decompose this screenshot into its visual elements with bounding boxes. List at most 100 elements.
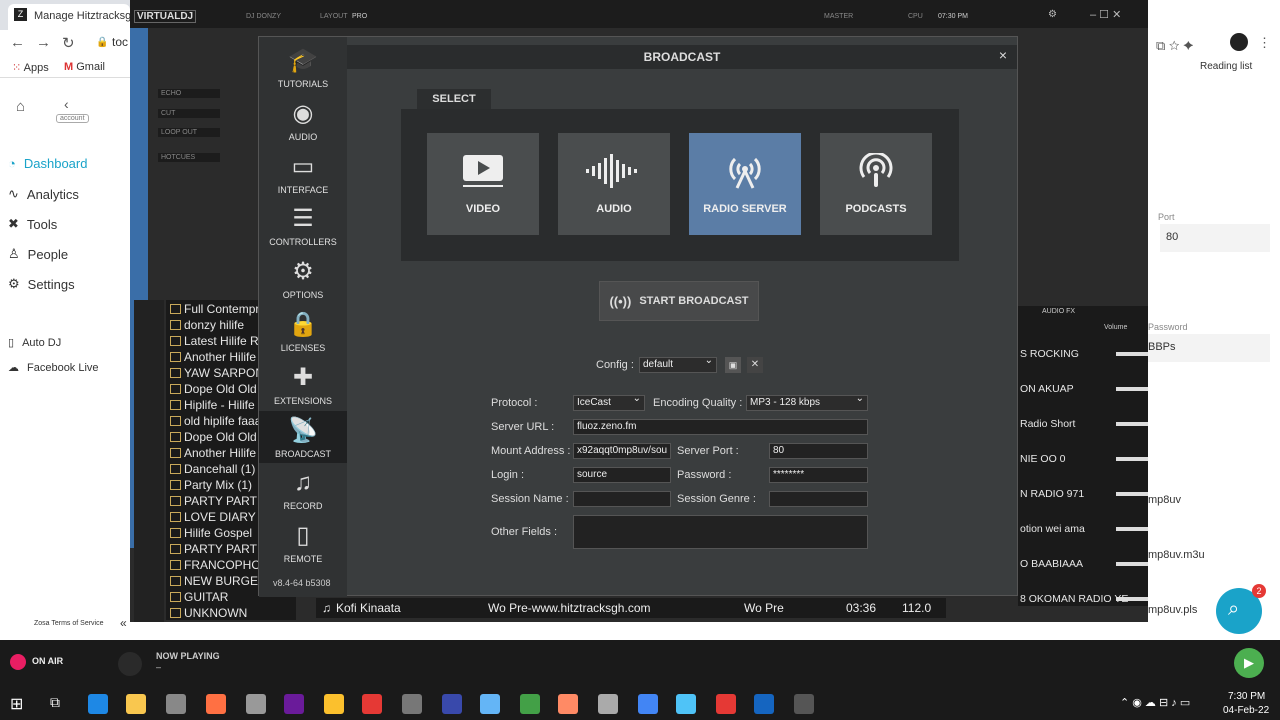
- track-item[interactable]: Radio Short: [1020, 418, 1075, 430]
- bookmark-apps[interactable]: ⁙ Apps: [12, 61, 49, 74]
- app-icon[interactable]: [598, 694, 618, 714]
- folder-item[interactable]: Dope Old Old H: [170, 430, 269, 444]
- card-radio-server[interactable]: RADIO SERVER: [689, 133, 801, 235]
- task-view-icon[interactable]: ⧉: [50, 694, 60, 711]
- folder-item[interactable]: Dope Old Old H: [170, 382, 269, 396]
- media-icon[interactable]: [284, 694, 304, 714]
- settings-nav-controllers[interactable]: ☰ CONTROLLERS: [259, 199, 347, 251]
- effect-slot[interactable]: CUT: [158, 109, 220, 118]
- link-item[interactable]: mp8uv: [1148, 494, 1181, 506]
- home-icon[interactable]: ⌂: [16, 98, 25, 115]
- effect-slot[interactable]: ECHO: [158, 89, 220, 98]
- app-icon[interactable]: [442, 694, 462, 714]
- collapse-icon[interactable]: «: [120, 616, 127, 630]
- folder-item[interactable]: YAW SARPON: [170, 366, 264, 380]
- folder-item[interactable]: Hilife Gospel: [170, 526, 252, 540]
- protocol-select[interactable]: IceCast: [573, 393, 645, 411]
- settings-nav-options[interactable]: ⚙ OPTIONS: [259, 252, 347, 304]
- settings-nav-interface[interactable]: ▭ INTERFACE: [259, 147, 347, 199]
- reading-list[interactable]: Reading list: [1200, 61, 1252, 72]
- track-item[interactable]: ON AKUAP: [1020, 383, 1074, 395]
- track-item[interactable]: N RADIO 971: [1020, 488, 1084, 500]
- edge-icon[interactable]: [88, 694, 108, 714]
- app-icon[interactable]: [676, 694, 696, 714]
- server-url-input[interactable]: fluoz.zeno.fm: [573, 419, 868, 435]
- port-field[interactable]: 80: [1160, 224, 1270, 252]
- windows-start-icon[interactable]: ⊞: [10, 694, 23, 714]
- app-icon[interactable]: [520, 694, 540, 714]
- mount-input[interactable]: x92aqqt0mp8uv/sou: [573, 443, 671, 459]
- folder-item[interactable]: Full Contempra: [170, 302, 266, 316]
- nav-auto-dj[interactable]: ▯ Auto DJ: [8, 336, 61, 350]
- url-bar[interactable]: toc: [112, 35, 128, 49]
- link-item[interactable]: mp8uv.pls: [1148, 604, 1197, 616]
- settings-nav-tutorials[interactable]: 🎓 TUTORIALS: [259, 41, 347, 93]
- close-icon[interactable]: ×: [999, 47, 1007, 63]
- back-icon[interactable]: ←: [10, 34, 25, 51]
- app-icon[interactable]: [166, 694, 186, 714]
- folder-item[interactable]: Party Mix (1): [170, 478, 252, 492]
- folder-item[interactable]: FRANCOPHON: [170, 558, 269, 572]
- vdj-user[interactable]: DJ DONZY: [246, 13, 281, 20]
- nav-settings[interactable]: ⚙ Settings: [8, 276, 75, 292]
- nav-people[interactable]: ♙ People: [8, 246, 68, 262]
- password-field[interactable]: BBPs: [1148, 334, 1270, 362]
- hotcues-slot[interactable]: HOTCUES: [158, 153, 220, 162]
- play-icon[interactable]: ▶: [1234, 648, 1264, 678]
- password-input[interactable]: ********: [769, 467, 868, 483]
- session-genre-input[interactable]: [769, 491, 868, 507]
- folder-item[interactable]: PARTY PART: [170, 542, 257, 556]
- folder-item[interactable]: old hiplife faaa: [170, 414, 261, 428]
- folder-item[interactable]: donzy hilife: [170, 318, 244, 332]
- folder-item[interactable]: GUITAR: [170, 590, 228, 604]
- app-icon[interactable]: [558, 694, 578, 714]
- settings-nav-remote[interactable]: ▯ REMOTE: [259, 516, 347, 568]
- app-icon[interactable]: [402, 694, 422, 714]
- track-item[interactable]: otion wei ama: [1020, 523, 1085, 535]
- gear-icon[interactable]: ⚙: [1048, 9, 1057, 20]
- login-input[interactable]: source: [573, 467, 671, 483]
- window-controls[interactable]: – ☐ ✕: [1090, 8, 1121, 21]
- extension-icons[interactable]: ⧉ ☆ ✦: [1156, 38, 1193, 54]
- profile-avatar[interactable]: [1230, 33, 1248, 51]
- settings-nav-broadcast[interactable]: 📡 BROADCAST: [259, 410, 347, 463]
- card-video[interactable]: VIDEO: [427, 133, 539, 235]
- folder-item[interactable]: Another Hilife: [170, 446, 256, 460]
- settings-nav-audio[interactable]: ◉ AUDIO: [259, 94, 347, 146]
- quality-select[interactable]: MP3 - 128 kbps: [746, 393, 868, 411]
- link-item[interactable]: mp8uv.m3u: [1148, 549, 1205, 561]
- other-fields-input[interactable]: [573, 515, 868, 549]
- settings-nav-extensions[interactable]: ✚ EXTENSIONS: [259, 358, 347, 410]
- app-icon[interactable]: [246, 694, 266, 714]
- app-icon[interactable]: [362, 694, 382, 714]
- menu-icon[interactable]: ⋮: [1258, 35, 1271, 51]
- save-icon[interactable]: ▣: [725, 357, 741, 373]
- tray-icons[interactable]: ⌃ ◉ ☁ ⊟ ♪ ▭: [1120, 696, 1190, 709]
- settings-nav-record[interactable]: ♫ RECORD: [259, 463, 347, 515]
- folder-item[interactable]: LOVE DIARY: [170, 510, 256, 524]
- app-icon[interactable]: [716, 694, 736, 714]
- delete-icon[interactable]: ✕: [747, 357, 763, 373]
- card-audio[interactable]: AUDIO: [558, 133, 670, 235]
- account-label[interactable]: account: [56, 114, 89, 123]
- word-icon[interactable]: [754, 694, 774, 714]
- folder-item[interactable]: UNKNOWN: [170, 606, 247, 620]
- folder-item[interactable]: Dancehall (1): [170, 462, 255, 476]
- server-port-input[interactable]: 80: [769, 443, 868, 459]
- config-select[interactable]: default: [639, 355, 717, 373]
- app-icon[interactable]: [480, 694, 500, 714]
- effect-slot[interactable]: LOOP OUT: [158, 128, 220, 137]
- bookmark-gmail[interactable]: M Gmail: [64, 61, 105, 73]
- forward-icon[interactable]: →: [36, 34, 51, 51]
- start-broadcast-button[interactable]: ((•)) START BROADCAST: [599, 281, 759, 321]
- nav-dashboard[interactable]: ◔ Dashboard: [8, 156, 87, 171]
- folder-item[interactable]: Hiplife - Hilife: [170, 398, 255, 412]
- app-icon[interactable]: [794, 694, 814, 714]
- track-item[interactable]: NIE OO 0: [1020, 453, 1066, 465]
- track-item[interactable]: O BAABIAAA: [1020, 558, 1083, 570]
- nav-tools[interactable]: ✖ Tools: [8, 216, 57, 232]
- reload-icon[interactable]: ↻: [62, 34, 75, 52]
- explorer-icon[interactable]: [126, 694, 146, 714]
- chrome-icon[interactable]: [638, 694, 658, 714]
- settings-nav-licenses[interactable]: 🔒 LICENSES: [259, 305, 347, 357]
